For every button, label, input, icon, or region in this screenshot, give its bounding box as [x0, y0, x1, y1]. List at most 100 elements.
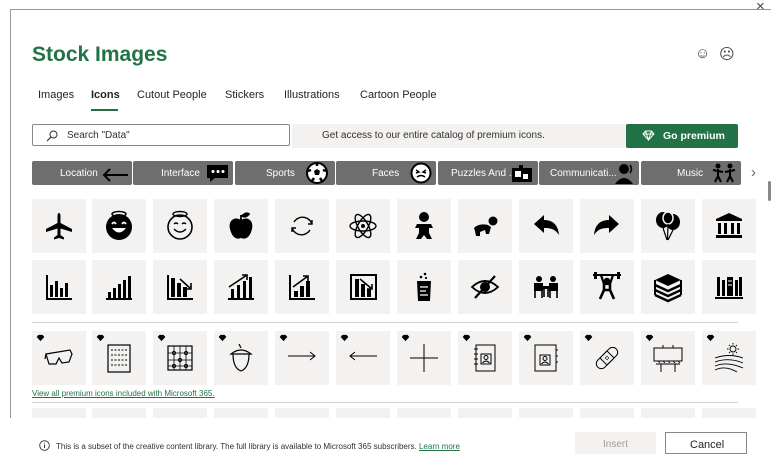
eye-hidden-icon [470, 275, 500, 299]
icon-tile-angel-face[interactable] [153, 199, 207, 253]
icon-tile-reply[interactable] [519, 199, 573, 253]
bar-chart-falling-icon [350, 274, 377, 300]
chat-icon [207, 165, 228, 182]
crawling-baby-icon [474, 216, 498, 236]
learn-more-link[interactable]: Learn more [419, 442, 460, 451]
cancel-button[interactable]: Cancel [665, 432, 747, 454]
premium-diamond-icon [279, 334, 288, 342]
icon-tile-bar-chart-up[interactable] [214, 260, 268, 314]
icon-tile-eye-hidden[interactable] [458, 260, 512, 314]
info-icon [39, 440, 50, 451]
icon-tile-bar-chart[interactable] [32, 260, 86, 314]
frown-feedback-icon[interactable]: ☹ [719, 45, 735, 63]
icon-tile-library[interactable] [702, 260, 756, 314]
soccer-ball-icon [306, 162, 328, 184]
acorn-icon [229, 343, 253, 372]
premium-diamond-icon [340, 334, 349, 342]
tab-cutout-people[interactable]: Cutout People [137, 89, 207, 101]
close-icon[interactable]: × [756, 0, 765, 15]
dialog-border-left [10, 9, 11, 454]
forward-icon [594, 215, 619, 235]
premium-diamond-icon [96, 334, 105, 342]
icon-tile-bar-chart-growth[interactable] [92, 260, 146, 314]
category-interface[interactable]: Interface [133, 161, 233, 185]
icon-tile-refresh[interactable] [275, 199, 329, 253]
search-input[interactable]: Search "Data" [32, 124, 290, 146]
footer-info: This is a subset of the creative content… [56, 442, 460, 451]
tab-cartoon-people[interactable]: Cartoon People [360, 89, 436, 101]
icon-tile-bank[interactable] [702, 199, 756, 253]
dialog-title: Stock Images [32, 43, 168, 66]
icon-tile-bar-chart-rising[interactable] [275, 260, 329, 314]
icon-tile-bandage[interactable] [580, 331, 634, 385]
view-all-premium-link[interactable]: View all premium icons included with Mic… [32, 389, 215, 398]
premium-diamond-icon [401, 334, 410, 342]
stock-images-dialog: × Stock Images ☺ ☹ Images Icons Cutout P… [0, 0, 771, 454]
icon-tile-arrow-left[interactable] [336, 331, 390, 385]
category-music[interactable]: Music [641, 161, 741, 185]
row-divider [32, 402, 738, 403]
icon-tile-arrow-right[interactable] [275, 331, 329, 385]
icon-tile-bar-chart-falling[interactable] [336, 260, 390, 314]
icon-tile-acorn[interactable] [214, 331, 268, 385]
tab-illustrations[interactable]: Illustrations [284, 89, 340, 101]
abacus-icon [167, 345, 193, 371]
bar-chart-growth-icon [106, 276, 132, 300]
library-icon [715, 277, 743, 299]
icon-tile-billboard[interactable] [641, 331, 695, 385]
category-faces[interactable]: Faces [336, 161, 436, 185]
bar-chart-rising-icon [289, 275, 315, 300]
insert-button[interactable]: Insert [575, 432, 656, 454]
icon-tile-address-book[interactable] [519, 331, 573, 385]
category-sports[interactable]: Sports [235, 161, 335, 185]
category-label: Interface [161, 168, 200, 179]
reply-icon [534, 215, 559, 235]
refresh-icon [291, 216, 313, 236]
icon-tile-books[interactable] [641, 260, 695, 314]
icon-tile-plus[interactable] [397, 331, 451, 385]
icon-tile-binary-tablet[interactable] [92, 331, 146, 385]
apple-icon [229, 212, 253, 239]
go-premium-button[interactable]: Go premium [626, 124, 738, 148]
category-location[interactable]: Location [32, 161, 132, 185]
icon-tile-forward[interactable] [580, 199, 634, 253]
icon-tile-beaker[interactable] [397, 260, 451, 314]
smile-feedback-icon[interactable]: ☺ [695, 45, 710, 62]
tab-stickers[interactable]: Stickers [225, 89, 264, 101]
plus-thin-icon [410, 344, 438, 372]
icon-tile-balloons[interactable] [641, 199, 695, 253]
premium-diamond-icon [462, 334, 471, 342]
category-puzzles[interactable]: Puzzles And ... [438, 161, 538, 185]
icon-tile-contact-card[interactable] [458, 331, 512, 385]
premium-banner-text: Get access to our entire catalog of prem… [322, 130, 545, 141]
address-book-icon [534, 344, 558, 372]
smiling-face-icon [106, 210, 132, 240]
category-label: Location [60, 168, 98, 179]
puzzle-icon [512, 165, 532, 182]
farm-field-icon [714, 343, 744, 373]
icon-tile-abacus[interactable] [153, 331, 207, 385]
icon-tile-baby[interactable] [397, 199, 451, 253]
dancers-icon [712, 163, 736, 183]
bar-chart-icon [46, 275, 72, 300]
icon-tile-weightlifter[interactable] [580, 260, 634, 314]
category-label: Music [677, 168, 704, 179]
arrow-left-icon [102, 168, 128, 182]
icon-tile-bar-chart-down[interactable] [153, 260, 207, 314]
footer-info-text: This is a subset of the creative content… [56, 442, 417, 451]
icon-tile-apple[interactable] [214, 199, 268, 253]
icon-tile-smiling-face[interactable] [92, 199, 146, 253]
airplane-icon [46, 213, 72, 240]
icon-tile-farm-field[interactable] [702, 331, 756, 385]
icon-tile-crawling-baby[interactable] [458, 199, 512, 253]
chevron-right-icon[interactable]: › [751, 164, 756, 181]
tab-icons[interactable]: Icons [91, 89, 120, 101]
search-icon [46, 130, 58, 142]
icon-tile-airplane[interactable] [32, 199, 86, 253]
category-communication[interactable]: Communicati... [539, 161, 639, 185]
icon-tile-3d-glasses[interactable] [32, 331, 86, 385]
face-icon [410, 162, 432, 184]
tab-images[interactable]: Images [38, 89, 74, 101]
icon-tile-atom[interactable] [336, 199, 390, 253]
icon-tile-meeting[interactable] [519, 260, 573, 314]
